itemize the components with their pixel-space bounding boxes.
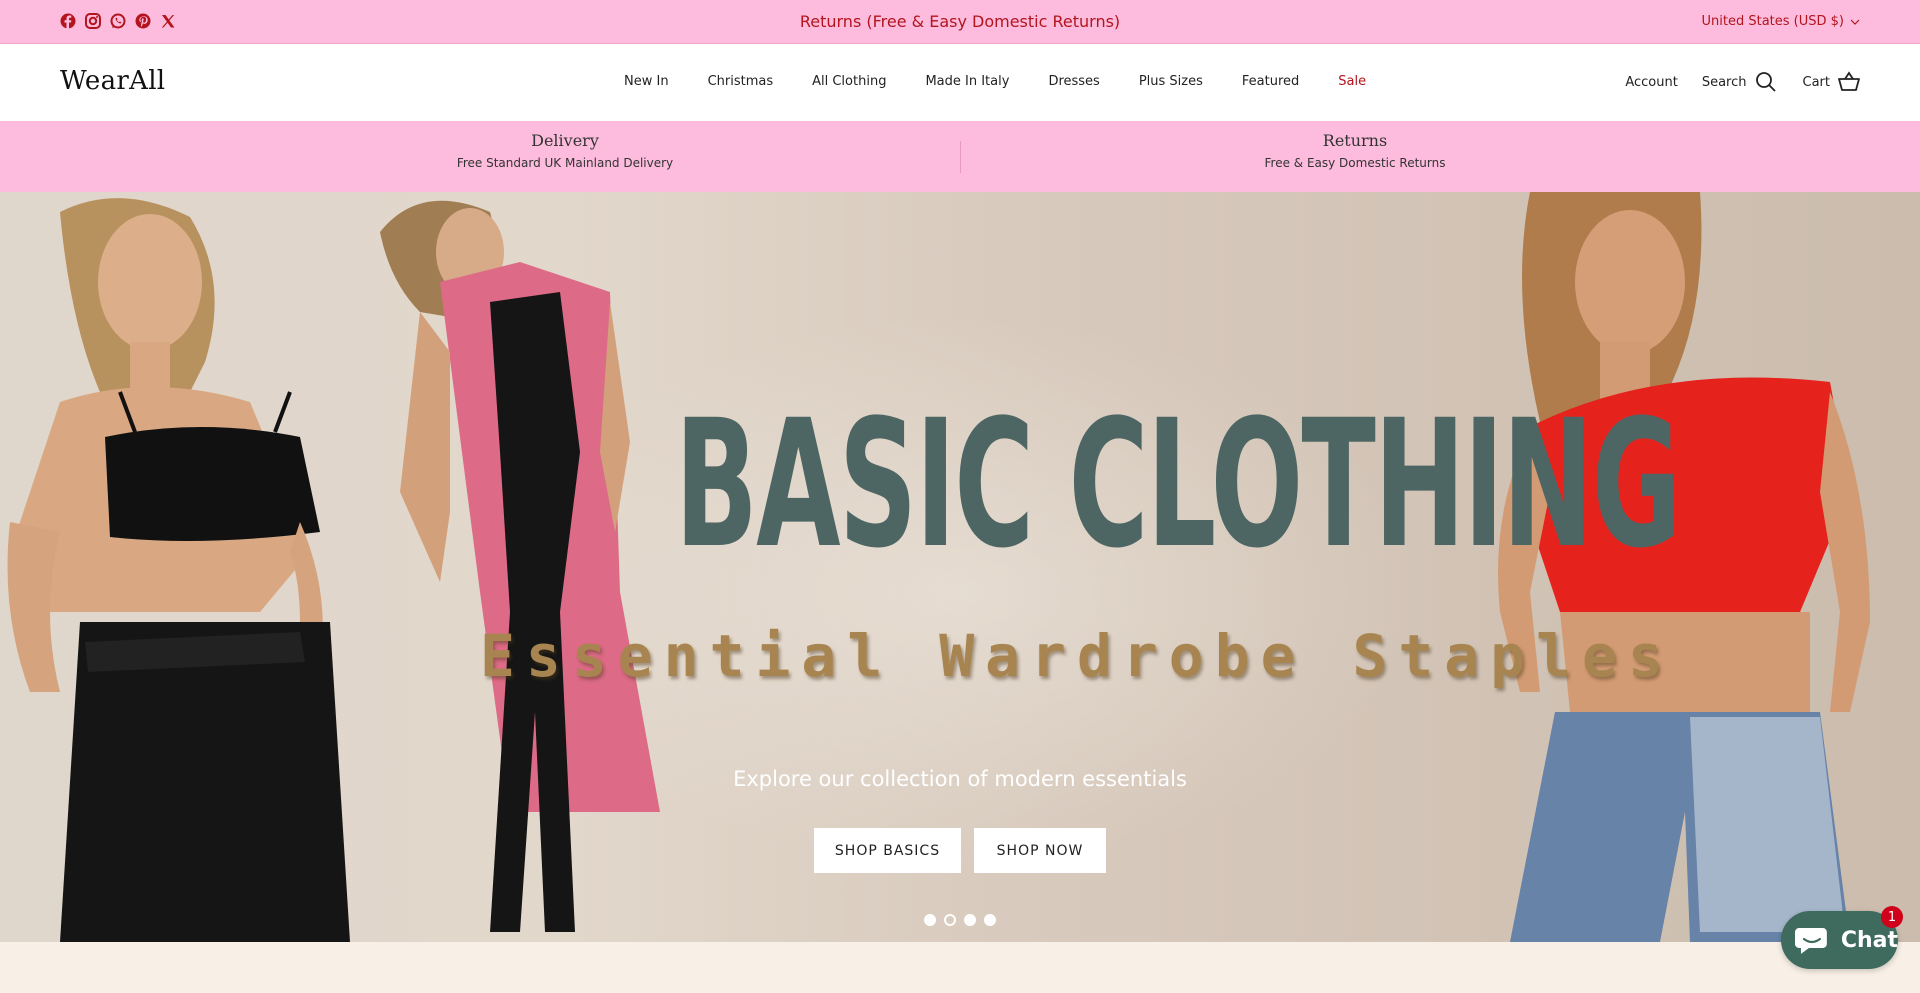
- currency-label: United States (USD $): [1701, 14, 1845, 29]
- hero-subheadline: Essential Wardrobe Staples: [480, 622, 1674, 690]
- shop-basics-button[interactable]: SHOP BASICS: [814, 828, 961, 873]
- search-label: Search: [1701, 74, 1747, 90]
- search-button[interactable]: Search: [1702, 71, 1777, 93]
- cart-button[interactable]: Cart: [1803, 71, 1861, 93]
- feature-divider: [960, 141, 961, 173]
- slide-dot-3[interactable]: [964, 914, 976, 926]
- slide-dot-2[interactable]: [944, 914, 956, 926]
- feature-title: Returns: [1322, 131, 1388, 150]
- slide-dot-4[interactable]: [984, 914, 996, 926]
- feature-returns: Returns Free & Easy Domestic Returns: [1105, 131, 1605, 170]
- hero-headline: BASIC CLOTHING: [674, 382, 1681, 587]
- hero-tagline: Explore our collection of modern essenti…: [733, 767, 1187, 791]
- nav-dresses[interactable]: Dresses: [1048, 74, 1099, 89]
- site-header: WearAll New In Christmas All Clothing Ma…: [0, 44, 1920, 121]
- chevron-down-icon: [1850, 19, 1860, 25]
- next-section-strip: [0, 942, 1920, 993]
- slide-dot-1[interactable]: [924, 914, 936, 926]
- feature-delivery: Delivery Free Standard UK Mainland Deliv…: [315, 131, 815, 170]
- currency-selector[interactable]: United States (USD $): [1702, 14, 1861, 29]
- chat-notification-badge: 1: [1881, 906, 1903, 928]
- nav-new-in[interactable]: New In: [624, 74, 669, 89]
- nav-featured[interactable]: Featured: [1242, 74, 1299, 89]
- features-bar: Delivery Free Standard UK Mainland Deliv…: [0, 121, 1920, 192]
- site-logo[interactable]: WearAll: [60, 66, 165, 96]
- cart-label: Cart: [1802, 74, 1831, 90]
- search-icon: [1755, 72, 1776, 92]
- main-nav: New In Christmas All Clothing Made In It…: [624, 74, 1366, 89]
- announcement-text[interactable]: Returns (Free & Easy Domestic Returns): [0, 12, 1920, 31]
- nav-made-in-italy[interactable]: Made In Italy: [925, 74, 1009, 89]
- announcement-bar: Returns (Free & Easy Domestic Returns) U…: [0, 0, 1920, 44]
- shop-now-button[interactable]: SHOP NOW: [974, 828, 1106, 873]
- nav-all-clothing[interactable]: All Clothing: [812, 74, 886, 89]
- nav-sale[interactable]: Sale: [1338, 74, 1366, 89]
- nav-christmas[interactable]: Christmas: [708, 74, 774, 89]
- slideshow-dots: [0, 914, 1920, 926]
- chat-icon: [1795, 928, 1827, 954]
- cart-icon: [1838, 71, 1860, 91]
- hero-cta-group: SHOP BASICS SHOP NOW: [0, 828, 1920, 873]
- hero-banner[interactable]: BASIC CLOTHING Essential Wardrobe Staple…: [0, 192, 1920, 942]
- chat-label: Chat: [1840, 927, 1898, 953]
- feature-subtitle: Free & Easy Domestic Returns: [1264, 156, 1446, 170]
- feature-subtitle: Free Standard UK Mainland Delivery: [456, 156, 674, 170]
- nav-plus-sizes[interactable]: Plus Sizes: [1139, 74, 1203, 89]
- feature-title: Delivery: [531, 131, 599, 150]
- header-utilities: Account Search Cart: [1625, 71, 1860, 93]
- account-link[interactable]: Account: [1625, 75, 1678, 90]
